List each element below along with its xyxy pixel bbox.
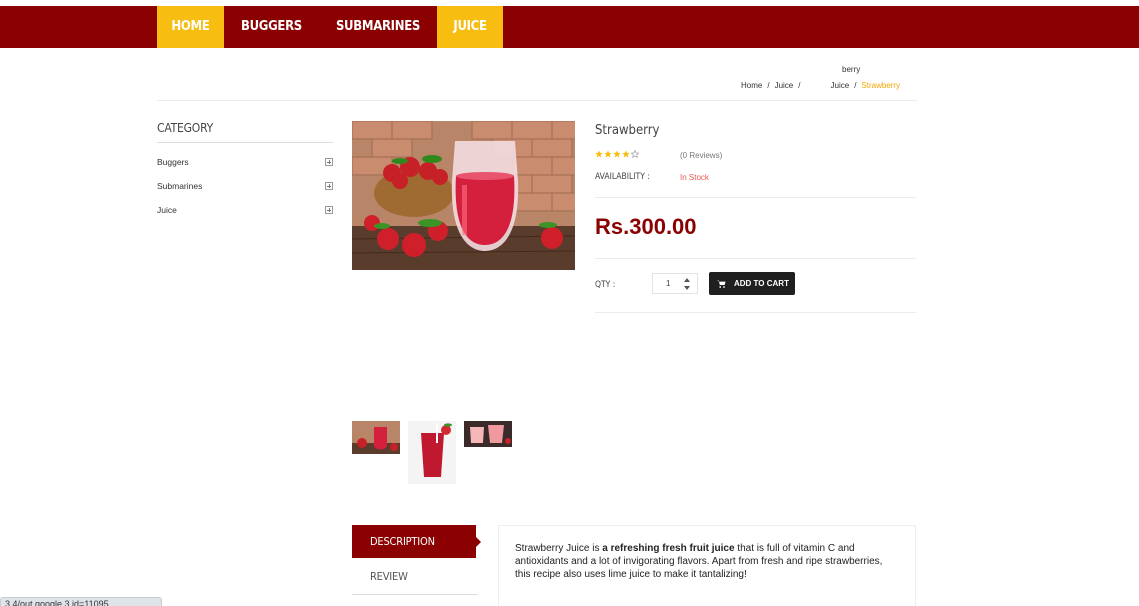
sidebar-item-label: Juice	[157, 205, 177, 215]
expand-plus-icon[interactable]	[325, 158, 333, 166]
strawberry-juice-image	[352, 121, 575, 270]
thumbnail-image	[352, 421, 400, 454]
divider	[595, 197, 916, 198]
sidebar-item-label: Buggers	[157, 157, 189, 167]
nav-buggers[interactable]: BUGGERS	[224, 6, 319, 48]
nav-home[interactable]: HOME	[157, 6, 224, 48]
product-main-image[interactable]	[352, 121, 575, 270]
sidebar-item-submarines[interactable]: Submarines	[157, 181, 333, 191]
breadcrumb-current: Strawberry	[861, 81, 901, 90]
star-filled-icon	[604, 150, 612, 158]
main-nav: HOME BUGGERS SUBMARINES JUICE	[157, 6, 504, 48]
divider	[157, 100, 917, 101]
breadcrumb-separator: /	[854, 81, 857, 90]
thumbnail-image	[464, 421, 512, 447]
divider	[595, 312, 916, 313]
quantity-stepper[interactable]: 1	[652, 273, 698, 294]
star-filled-icon	[613, 150, 621, 158]
availability-value: In Stock	[680, 173, 709, 182]
thumbnail-image	[408, 421, 456, 484]
tab-review[interactable]: REVIEW	[352, 560, 478, 595]
divider	[157, 142, 333, 143]
browser-status-bar: 3.4/out.google.3.id=11095	[0, 597, 162, 606]
qty-label: QTY :	[595, 280, 616, 290]
qty-value[interactable]: 1	[666, 279, 670, 288]
breadcrumb-separator: /	[767, 81, 770, 90]
breadcrumb-separator: /	[798, 81, 801, 90]
nav-submarines[interactable]: SUBMARINES	[319, 6, 437, 48]
rating-stars	[595, 150, 639, 158]
breadcrumb: Home / Juice / Juice / Strawberry	[741, 81, 900, 90]
product-title: Strawberry	[595, 123, 660, 138]
top-navbar: HOME BUGGERS SUBMARINES JUICE	[0, 6, 1139, 48]
description-text: Strawberry Juice is	[515, 543, 603, 554]
expand-plus-icon[interactable]	[325, 182, 333, 190]
product-price: Rs.300.00	[595, 214, 697, 239]
star-empty-icon	[631, 150, 639, 158]
availability-label: AVAILABILITY :	[595, 172, 650, 182]
category-title: CATEGORY	[157, 121, 213, 135]
breadcrumb-juice[interactable]: Juice	[775, 81, 794, 90]
tab-description[interactable]: DESCRIPTION	[352, 525, 481, 558]
expand-plus-icon[interactable]	[325, 206, 333, 214]
breadcrumb-juice-2[interactable]: Juice	[831, 81, 850, 90]
increment-arrow-icon[interactable]	[684, 278, 690, 282]
cart-icon	[717, 280, 726, 288]
sidebar-item-buggers[interactable]: Buggers	[157, 157, 333, 167]
nav-juice[interactable]: JUICE	[437, 6, 504, 48]
add-to-cart-label: ADD TO CART	[734, 279, 789, 288]
star-filled-icon	[595, 150, 603, 158]
decrement-arrow-icon[interactable]	[684, 286, 690, 290]
review-count[interactable]: (0 Reviews)	[680, 151, 722, 160]
description-panel: Strawberry Juice is a refreshing fresh f…	[498, 525, 916, 606]
product-thumbnail-2[interactable]	[408, 421, 456, 484]
add-to-cart-button[interactable]: ADD TO CART	[709, 272, 795, 295]
breadcrumb-overflow-text: berry	[842, 65, 861, 74]
product-thumbnail-1[interactable]	[352, 421, 400, 454]
sidebar-item-label: Submarines	[157, 181, 203, 191]
description-bold-text: a refreshing fresh fruit juice	[602, 543, 735, 554]
product-thumbnail-3[interactable]	[464, 421, 512, 447]
divider	[595, 258, 916, 259]
breadcrumb-home[interactable]: Home	[741, 81, 762, 90]
star-filled-icon	[622, 150, 630, 158]
sidebar-item-juice[interactable]: Juice	[157, 205, 333, 215]
